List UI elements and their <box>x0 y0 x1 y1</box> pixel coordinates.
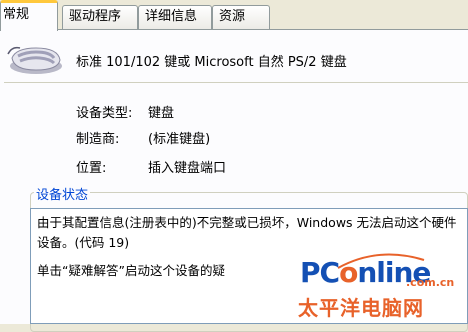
manufacturer-label: 制造商: <box>76 132 120 147</box>
watermark-chinese: 太平洋电脑网 <box>298 296 424 320</box>
watermark-logo-prefix: PC <box>300 256 340 289</box>
device-type-value: 键盘 <box>148 106 175 121</box>
location-value: 插入键盘端口 <box>148 161 227 176</box>
keyboard-icon <box>7 46 62 74</box>
device-name: 标准 101/102 键或 Microsoft 自然 PS/2 键盘 <box>76 55 347 70</box>
tab-strip: 常规 驱动程序 详细信息 资源 <box>0 0 468 31</box>
device-status-title: 设备状态 <box>34 184 91 203</box>
tab-driver[interactable]: 驱动程序 <box>62 5 138 29</box>
tab-details[interactable]: 详细信息 <box>138 5 212 29</box>
tab-general[interactable]: 常规 <box>0 0 58 31</box>
device-type-label: 设备类型: <box>76 106 133 121</box>
status-message: 由于其配置信息(注册表中的)不完整或已损坏，Windows 无法启动这个硬件设备… <box>37 215 457 250</box>
separator <box>4 82 468 84</box>
location-label: 位置: <box>76 161 107 176</box>
watermark-domain: .com.cn <box>406 276 455 289</box>
manufacturer-value: (标准键盘) <box>148 132 211 147</box>
watermark-logo-o: o <box>339 256 358 289</box>
tab-resources[interactable]: 资源 <box>212 5 270 29</box>
